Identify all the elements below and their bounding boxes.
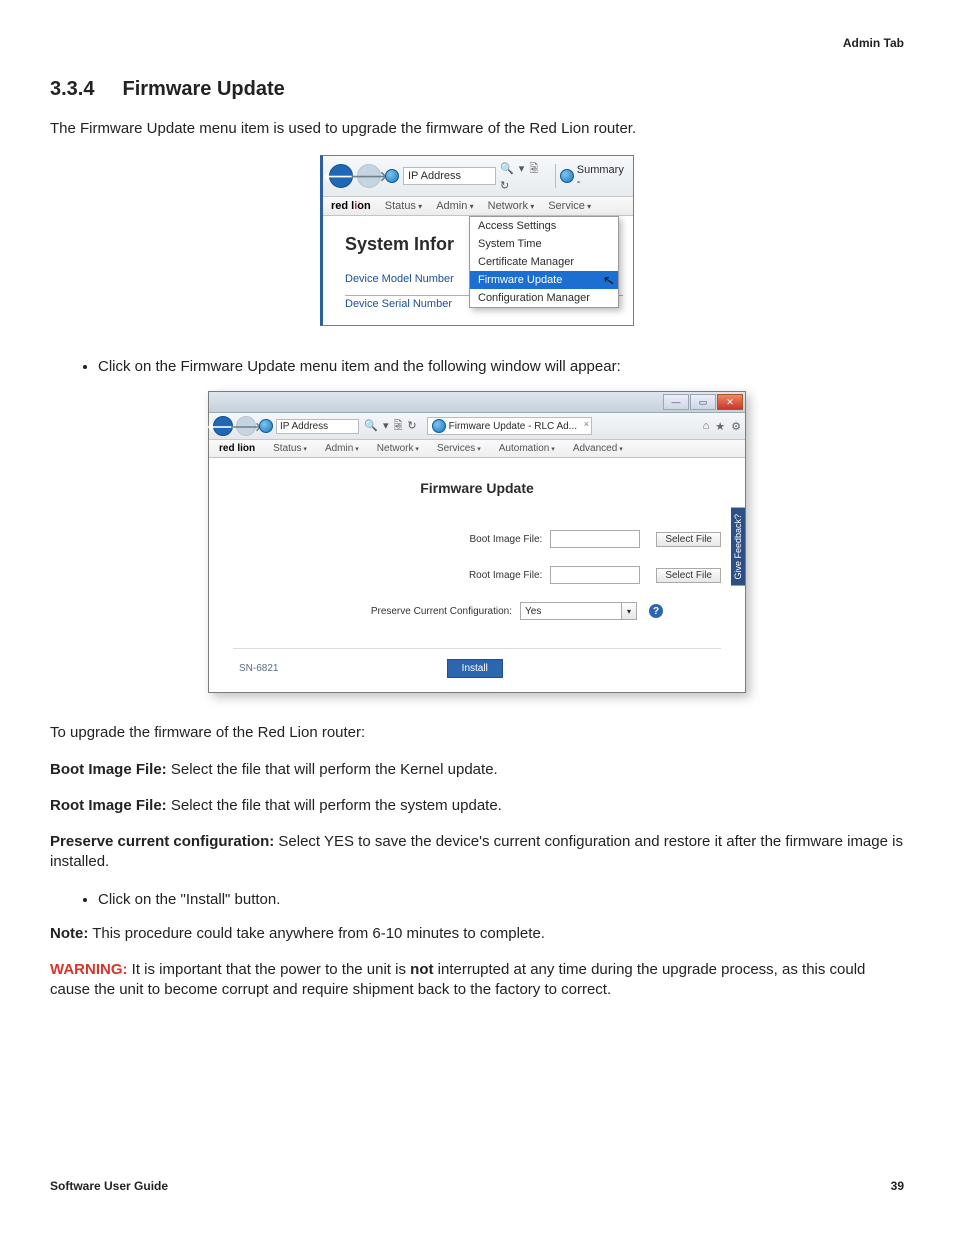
forward-arrow-icon[interactable]: 🡒	[357, 164, 381, 188]
brand-logo: red li͘on	[219, 443, 255, 454]
address-field[interactable]: IP Address	[276, 419, 359, 434]
warning-label: WARNING:	[50, 961, 128, 978]
tools-icon[interactable]: ⚙	[731, 420, 741, 433]
dropdown-system-time[interactable]: System Time	[470, 235, 618, 253]
preserve-config-paragraph: Preserve current configuration: Select Y…	[50, 832, 904, 873]
forward-arrow-icon[interactable]: 🡒	[236, 416, 256, 436]
menu-advanced[interactable]: Advanced	[573, 443, 623, 454]
page-footer: Software User Guide 39	[50, 1179, 904, 1193]
figure-admin-dropdown: 🡐 🡒 IP Address 🔍 ▾ 🗟 ↻ Summary - red li͘…	[320, 155, 634, 326]
menu-service[interactable]: Service	[548, 200, 591, 212]
admin-dropdown: Access Settings System Time Certificate …	[469, 216, 619, 308]
preserve-config-label: Preserve Current Configuration:	[233, 606, 512, 617]
header-tab: Admin Tab	[50, 36, 904, 50]
dropdown-access-settings[interactable]: Access Settings	[470, 217, 618, 235]
app-menubar-2: red li͘on Status Admin Network Services …	[209, 440, 745, 458]
tab-close-icon[interactable]: ×	[584, 419, 589, 429]
tab-ie-icon	[560, 169, 574, 183]
model-number-text: SN-6821	[239, 663, 278, 674]
firmware-page-title: Firmware Update	[233, 480, 721, 496]
address-bar: 🡐 🡒 IP Address 🔍 ▾ 🗟 ↻ Summary -	[323, 156, 633, 197]
bullet-click-install: Click on the "Install" button.	[98, 889, 904, 910]
browser-tab[interactable]: Summary -	[555, 164, 627, 188]
dropdown-firmware-update[interactable]: Firmware Update	[470, 271, 618, 289]
tab-label: Firmware Update - RLC Ad...	[449, 421, 577, 432]
window-minimize-button[interactable]: —	[663, 394, 689, 410]
intro-paragraph: The Firmware Update menu item is used to…	[50, 119, 904, 139]
window-maximize-button[interactable]: ▭	[690, 394, 716, 410]
ie-icon	[259, 419, 273, 433]
footer-left: Software User Guide	[50, 1179, 168, 1193]
ie-icon	[385, 169, 399, 183]
boot-image-paragraph: Boot Image File: Select the file that wi…	[50, 760, 904, 780]
brand-logo: red li͘on	[331, 200, 371, 212]
chevron-down-icon[interactable]: ▾	[622, 602, 637, 620]
section-heading: 3.3.4 Firmware Update	[50, 78, 904, 101]
app-menubar: red li͘on Status Admin Network Service	[323, 197, 633, 216]
tab-label: Summary -	[577, 164, 627, 188]
address-icons[interactable]: 🔍 ▾ 🗟 ↻	[500, 160, 551, 192]
preserve-config-label-text: Preserve current configuration:	[50, 833, 274, 850]
menu-network[interactable]: Network	[488, 200, 535, 212]
menu-admin[interactable]: Admin	[325, 443, 359, 454]
note-paragraph: Note: This procedure could take anywhere…	[50, 924, 904, 944]
boot-image-label-text: Boot Image File:	[50, 761, 167, 778]
dropdown-certificate-manager[interactable]: Certificate Manager	[470, 253, 618, 271]
warning-paragraph: WARNING: It is important that the power …	[50, 960, 904, 1001]
address-bar-2: 🡐 🡒 IP Address 🔍 ▾ 🗟 ↻ Firmware Update -…	[209, 413, 745, 440]
address-field[interactable]: IP Address	[403, 167, 496, 185]
feedback-tab[interactable]: Give Feedback?	[731, 508, 745, 586]
browser-tab[interactable]: Firmware Update - RLC Ad... ×	[427, 417, 592, 435]
menu-network[interactable]: Network	[377, 443, 419, 454]
help-icon[interactable]: ?	[649, 604, 663, 618]
tab-ie-icon	[432, 419, 446, 433]
figure-firmware-update-page: — ▭ ✕ 🡐 🡒 IP Address 🔍 ▾ 🗟 ↻ Firmware Up…	[208, 391, 746, 693]
boot-image-label: Boot Image File:	[233, 534, 542, 545]
section-number: 3.3.4	[50, 78, 94, 101]
root-image-field[interactable]	[550, 566, 640, 584]
install-button[interactable]: Install	[447, 659, 503, 678]
bullet-click-firmware: Click on the Firmware Update menu item a…	[98, 356, 904, 377]
menu-status[interactable]: Status	[385, 200, 422, 212]
menu-automation[interactable]: Automation	[499, 443, 555, 454]
section-title-text: Firmware Update	[122, 78, 284, 100]
footer-page-number: 39	[891, 1179, 904, 1193]
root-image-paragraph: Root Image File: Select the file that wi…	[50, 796, 904, 816]
preserve-config-select[interactable]: Yes	[520, 602, 622, 620]
root-image-label-text: Root Image File:	[50, 797, 167, 814]
warning-not: not	[410, 961, 433, 978]
window-titlebar: — ▭ ✕	[209, 392, 745, 413]
root-select-file-button[interactable]: Select File	[656, 568, 721, 583]
home-icon[interactable]: ⌂	[703, 420, 710, 433]
menu-status[interactable]: Status	[273, 443, 307, 454]
dropdown-configuration-manager[interactable]: Configuration Manager	[470, 289, 618, 307]
menu-services[interactable]: Services	[437, 443, 481, 454]
address-icons[interactable]: 🔍 ▾ 🗟 ↻	[364, 417, 417, 436]
boot-select-file-button[interactable]: Select File	[656, 532, 721, 547]
window-close-button[interactable]: ✕	[717, 394, 743, 410]
boot-image-field[interactable]	[550, 530, 640, 548]
menu-admin[interactable]: Admin	[436, 200, 473, 212]
note-label: Note:	[50, 925, 88, 942]
favorites-icon[interactable]: ★	[715, 420, 725, 433]
upgrade-intro: To upgrade the firmware of the Red Lion …	[50, 723, 904, 743]
root-image-label: Root Image File:	[233, 570, 542, 581]
